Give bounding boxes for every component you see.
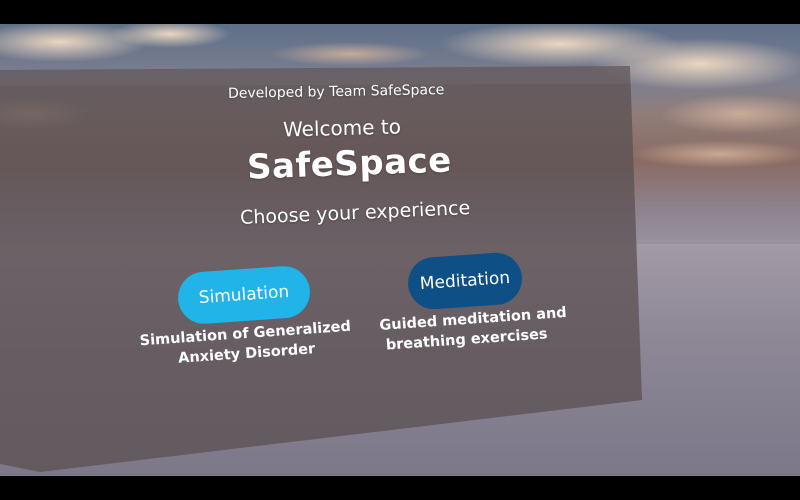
app-title: SafeSpace [246,140,453,188]
team-credit: Developed by Team SafeSpace [227,82,445,102]
meditation-button-label: Meditation [419,267,511,295]
vr-viewport: Developed by Team SafeSpace Welcome to S… [0,24,800,476]
simulation-description: Simulation of Generalized Anxiety Disord… [139,317,353,372]
meditation-button[interactable]: Meditation [406,251,524,311]
choose-experience-prompt: Choose your experience [239,196,471,230]
welcome-panel: Developed by Team SafeSpace Welcome to S… [0,24,800,476]
simulation-button[interactable]: Simulation [176,264,312,326]
simulation-button-label: Simulation [198,281,290,309]
welcome-heading: Welcome to [282,114,402,142]
meditation-description: Guided meditation and breathing exercise… [379,304,567,356]
